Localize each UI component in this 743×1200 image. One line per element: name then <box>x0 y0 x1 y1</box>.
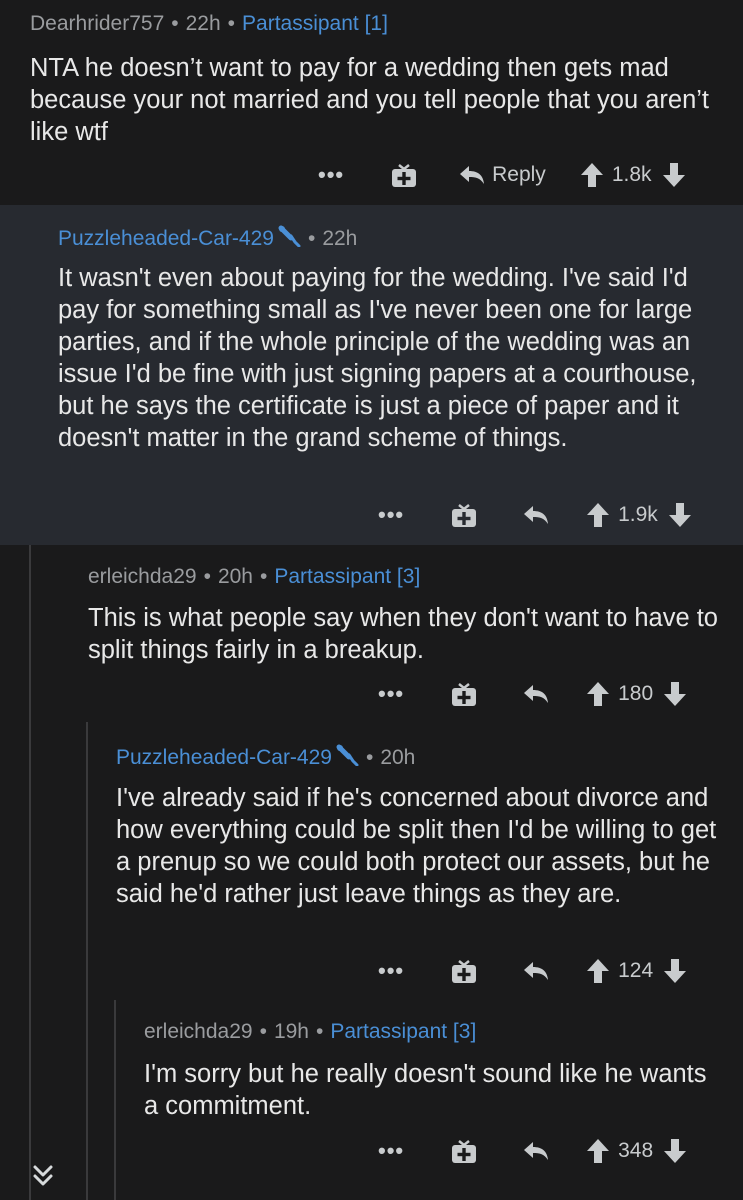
comment-author[interactable]: Puzzleheaded-Car-429 <box>116 746 332 769</box>
comment-author[interactable]: erleichda29 <box>88 565 197 588</box>
downvote-icon[interactable] <box>663 1138 687 1164</box>
reply-icon <box>460 166 485 184</box>
comment-4: Puzzleheaded-Car-429 • 20h I've already sa… <box>0 715 743 1000</box>
comment-time: 20h <box>380 746 416 769</box>
more-options-button[interactable]: ••• <box>378 502 404 528</box>
submitter-icon <box>277 225 301 253</box>
comment-actions: ••• 124 <box>378 953 687 989</box>
reply-icon[interactable] <box>522 504 550 526</box>
comment-actions: ••• 348 <box>378 1133 687 1169</box>
comment-time: 20h <box>217 565 253 588</box>
downvote-icon[interactable] <box>663 958 687 984</box>
reply-label: Reply <box>492 163 546 186</box>
user-flair: Partassipant [3] <box>330 1020 477 1043</box>
submitter-icon <box>335 744 359 772</box>
comment-time: 22h <box>322 227 358 250</box>
upvote-icon[interactable] <box>586 502 610 528</box>
comment-body: NTA he doesn’t want to pay for a wedding… <box>30 54 710 146</box>
reply-icon[interactable] <box>522 960 550 982</box>
more-options-button[interactable]: ••• <box>318 162 344 188</box>
user-flair: Partassipant [1] <box>242 12 388 35</box>
comment-time: 22h <box>185 12 221 35</box>
comment-meta: Dearhrider757 • 22h • Partassipant [1] <box>30 12 388 35</box>
vote-count: 180 <box>618 682 654 705</box>
comment-author[interactable]: Puzzleheaded-Car-429 <box>58 227 274 250</box>
downvote-icon[interactable] <box>662 162 686 188</box>
comment-meta: Puzzleheaded-Car-429 • 22h <box>58 225 357 253</box>
vote-count: 348 <box>618 1139 654 1162</box>
more-options-button[interactable]: ••• <box>378 681 404 707</box>
award-icon[interactable] <box>450 680 478 708</box>
comment-5: erleichda29 • 19h • Partassipant [3] I'm sor… <box>0 1000 743 1200</box>
vote-count: 124 <box>618 959 654 982</box>
upvote-icon[interactable] <box>586 1138 610 1164</box>
upvote-icon[interactable] <box>586 681 610 707</box>
downvote-icon[interactable] <box>668 502 692 528</box>
comment-3: erleichda29 • 20h • Partassipant [3] This is… <box>0 545 743 715</box>
vote-count: 1.8k <box>611 163 652 186</box>
reply-icon[interactable] <box>522 1140 550 1162</box>
comment-body: This is what people say when they don't … <box>88 604 718 664</box>
comment-2: Puzzleheaded-Car-429 • 22h It wasn't even … <box>0 205 743 545</box>
reply-button[interactable]: Reply <box>458 163 546 187</box>
more-options-button[interactable]: ••• <box>378 1138 404 1164</box>
comment-body: It wasn't even about paying for the wedd… <box>58 264 697 452</box>
downvote-icon[interactable] <box>663 681 687 707</box>
more-options-button[interactable]: ••• <box>378 958 404 984</box>
comment-meta: erleichda29 • 19h • Partassipant [3] <box>144 1020 477 1043</box>
comment-meta: Puzzleheaded-Car-429 • 20h <box>116 744 415 772</box>
user-flair: Partassipant [3] <box>274 565 421 588</box>
vote-count: 1.9k <box>618 503 658 526</box>
upvote-icon[interactable] <box>586 958 610 984</box>
award-icon[interactable] <box>450 1137 478 1165</box>
double-chevron-down-icon <box>33 1165 53 1186</box>
reply-icon[interactable] <box>522 683 550 705</box>
comment-body: I've already said if he's concerned abou… <box>116 784 717 908</box>
award-icon[interactable] <box>450 957 478 985</box>
award-icon[interactable] <box>390 161 418 189</box>
comment-actions: ••• 1.9k <box>378 497 692 533</box>
upvote-icon[interactable] <box>580 162 604 188</box>
comment-author[interactable]: erleichda29 <box>144 1020 253 1043</box>
comment-actions: ••• Reply 1.8k <box>318 157 686 193</box>
award-icon[interactable] <box>450 501 478 529</box>
comment-time: 19h <box>273 1020 309 1043</box>
comment-actions: ••• 180 <box>378 676 687 712</box>
comment-1: Dearhrider757 • 22h • Partassipant [1] NTA h… <box>0 0 743 205</box>
collapse-thread-button[interactable] <box>27 1160 59 1192</box>
comment-author[interactable]: Dearhrider757 <box>30 12 164 35</box>
comment-meta: erleichda29 • 20h • Partassipant [3] <box>88 565 421 588</box>
comment-body: I'm sorry but he really doesn't sound li… <box>144 1060 707 1120</box>
